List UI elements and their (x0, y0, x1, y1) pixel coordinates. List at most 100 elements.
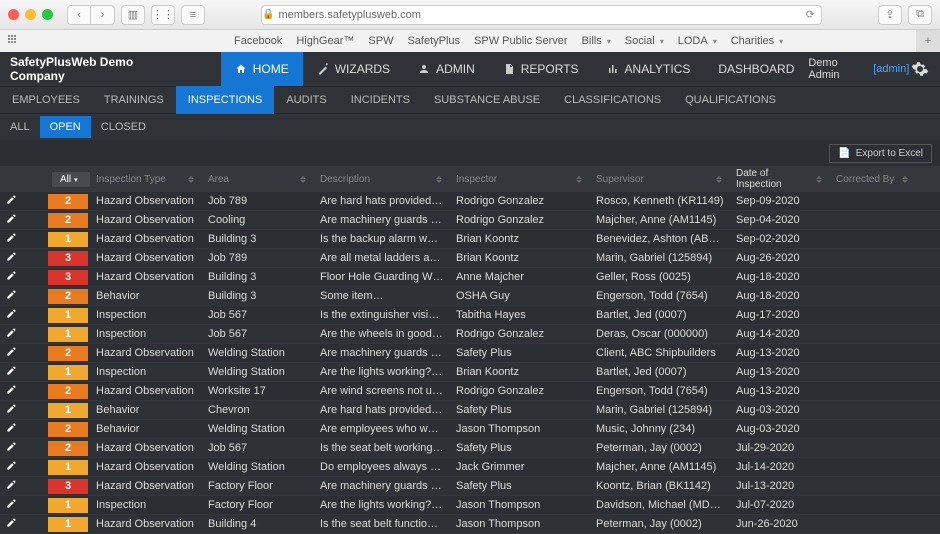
bookmark-loda[interactable]: LODA (678, 35, 717, 47)
url-bar[interactable]: 🔒 members.safetyplusweb.com ⟳ (261, 5, 822, 25)
col-description[interactable]: Description (314, 166, 450, 192)
bookmark-social[interactable]: Social (625, 35, 664, 47)
table-row[interactable]: 1Hazard ObservationBuilding 4Is the seat… (0, 515, 940, 534)
edit-row-button[interactable] (0, 384, 28, 398)
current-user[interactable]: Demo Admin [admin] (808, 57, 909, 81)
edit-row-button[interactable] (0, 422, 28, 436)
table-row[interactable]: 3Hazard ObservationFactory FloorAre mach… (0, 477, 940, 496)
cell-type: Hazard Observation (90, 518, 202, 530)
bookmark-bills[interactable]: Bills (582, 35, 611, 47)
col-scroll (916, 166, 928, 192)
tabs-button[interactable]: ⧉ (908, 5, 932, 25)
severity-cell: 2 (46, 192, 90, 211)
filter-open[interactable]: OPEN (40, 116, 91, 138)
edit-row-button[interactable] (0, 194, 28, 208)
table-row[interactable]: 2Hazard ObservationJob 567Is the seat be… (0, 439, 940, 458)
tab-inspections[interactable]: INSPECTIONS (176, 86, 275, 114)
tab-qualifications[interactable]: QUALIFICATIONS (673, 86, 788, 114)
edit-row-button[interactable] (0, 308, 28, 322)
minimize-window-icon[interactable] (25, 9, 36, 20)
table-row[interactable]: 1Hazard ObservationBuilding 3Is the back… (0, 230, 940, 249)
cell-area: Building 3 (202, 290, 314, 302)
tab-audits[interactable]: AUDITS (274, 86, 338, 114)
table-row[interactable]: 1InspectionWelding StationAre the lights… (0, 363, 940, 382)
tab-classifications[interactable]: CLASSIFICATIONS (552, 86, 673, 114)
cell-inspector: Anne Majcher (450, 271, 590, 283)
cell-supervisor: Davidson, Michael (MD1156) (590, 499, 730, 511)
edit-row-button[interactable] (0, 270, 28, 284)
bookmark-facebook[interactable]: Facebook (234, 35, 282, 47)
company-name: SafetyPlusWeb Demo Company (10, 55, 181, 83)
table-row[interactable]: 2BehaviorWelding StationAre employees wh… (0, 420, 940, 439)
edit-row-button[interactable] (0, 479, 28, 493)
table-row[interactable]: 2Hazard ObservationWelding StationAre ma… (0, 344, 940, 363)
table-row[interactable]: 1InspectionJob 567Are the wheels in good… (0, 325, 940, 344)
col-date[interactable]: Date of Inspection (730, 166, 830, 192)
col-supervisor[interactable]: Supervisor (590, 166, 730, 192)
edit-row-button[interactable] (0, 517, 28, 531)
nav-dashboard[interactable]: DASHBOARD (704, 52, 808, 86)
col-corrected-by[interactable]: Corrected By (830, 166, 916, 192)
tab-incidents[interactable]: INCIDENTS (339, 86, 422, 114)
edit-row-button[interactable] (0, 213, 28, 227)
bookmark-spw-public-server[interactable]: SPW Public Server (474, 35, 568, 47)
refresh-icon[interactable]: ⟳ (800, 8, 821, 21)
table-row[interactable]: 2Hazard ObservationJob 789Are hard hats … (0, 192, 940, 211)
table-row[interactable]: 1InspectionFactory FloorAre the lights w… (0, 496, 940, 515)
edit-row-button[interactable] (0, 365, 28, 379)
col-severity[interactable]: All (46, 166, 90, 192)
sidebar-toggle-button[interactable]: ▥ (121, 5, 145, 25)
tab-trainings[interactable]: TRAININGS (92, 86, 176, 114)
close-window-icon[interactable] (8, 9, 19, 20)
maximize-window-icon[interactable] (42, 9, 53, 20)
share-button[interactable]: ⇪ (878, 5, 902, 25)
tab-employees[interactable]: EMPLOYEES (0, 86, 92, 114)
nav-home[interactable]: HOME (221, 52, 303, 86)
edit-row-button[interactable] (0, 346, 28, 360)
table-row[interactable]: 2BehaviorBuilding 3Some item…OSHA GuyEng… (0, 287, 940, 306)
reader-button[interactable]: ≡ (181, 5, 205, 25)
edit-row-button[interactable] (0, 403, 28, 417)
apps-icon[interactable] (8, 35, 20, 47)
tab-substance-abuse[interactable]: SUBSTANCE ABUSE (422, 86, 552, 114)
nav-reports[interactable]: REPORTS (489, 52, 593, 86)
export-to-excel-button[interactable]: 📄 Export to Excel (829, 144, 932, 163)
new-tab-button[interactable]: + (916, 30, 940, 52)
severity-filter-badge[interactable]: All (52, 172, 90, 187)
nav-back-button[interactable]: ‹ (67, 5, 91, 25)
edit-row-button[interactable] (0, 460, 28, 474)
nav-wizards[interactable]: WIZARDS (303, 52, 404, 86)
table-row[interactable]: 1Hazard ObservationWelding StationDo emp… (0, 458, 940, 477)
settings-gear-icon[interactable] (909, 58, 930, 80)
edit-row-button[interactable] (0, 327, 28, 341)
nav-admin[interactable]: ADMIN (404, 52, 489, 86)
cell-type: Hazard Observation (90, 195, 202, 207)
edit-row-button[interactable] (0, 498, 28, 512)
bookmark-spw[interactable]: SPW (368, 35, 393, 47)
bookmark-charities[interactable]: Charities (731, 35, 783, 47)
table-row[interactable]: 1InspectionJob 567Is the extinguisher vi… (0, 306, 940, 325)
edit-row-button[interactable] (0, 232, 28, 246)
col-inspector[interactable]: Inspector (450, 166, 590, 192)
edit-row-button[interactable] (0, 289, 28, 303)
edit-row-button[interactable] (0, 251, 28, 265)
col-inspection-type[interactable]: Inspection Type (90, 166, 202, 192)
cell-supervisor: Majcher, Anne (AM1145) (590, 461, 730, 473)
nav-forward-button[interactable]: › (91, 5, 115, 25)
grid-view-button[interactable]: ⋮⋮ (151, 5, 175, 25)
severity-cell: 1 (46, 363, 90, 382)
edit-row-button[interactable] (0, 441, 28, 455)
table-row[interactable]: 2Hazard ObservationWorksite 17Are wind s… (0, 382, 940, 401)
table-row[interactable]: 3Hazard ObservationBuilding 3Floor Hole … (0, 268, 940, 287)
bookmark-highgear-[interactable]: HighGear™ (296, 35, 354, 47)
filter-all[interactable]: ALL (0, 116, 40, 138)
filter-closed[interactable]: CLOSED (91, 116, 156, 138)
table-row[interactable]: 1BehaviorChevronAre hard hats provided a… (0, 401, 940, 420)
col-area[interactable]: Area (202, 166, 314, 192)
nav-analytics[interactable]: ANALYTICS (593, 52, 705, 86)
col-edit (0, 166, 28, 192)
window-controls (8, 9, 53, 20)
table-row[interactable]: 2Hazard ObservationCoolingAre machinery … (0, 211, 940, 230)
table-row[interactable]: 3Hazard ObservationJob 789Are all metal … (0, 249, 940, 268)
bookmark-safetyplus[interactable]: SafetyPlus (407, 35, 460, 47)
